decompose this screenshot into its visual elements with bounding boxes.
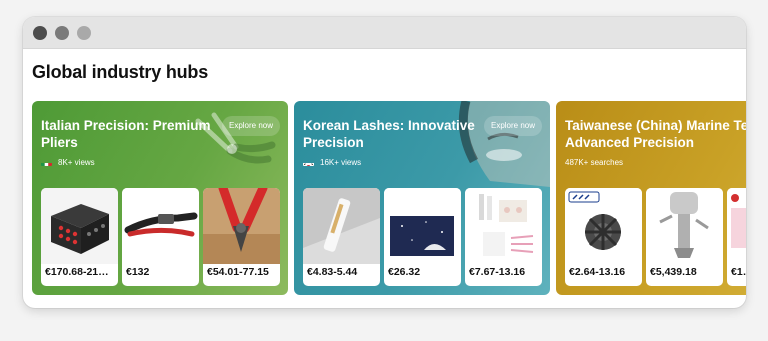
lash-serum-tube-image <box>303 188 380 264</box>
close-window-button[interactable] <box>33 26 47 40</box>
product-card[interactable]: €132 <box>122 188 199 286</box>
hub-title: Italian Precision: Premium Pliers <box>41 118 211 150</box>
wire-stripper-image <box>122 188 199 264</box>
hub-meta: 8K+ views <box>41 157 95 167</box>
cutting-pliers-image <box>203 188 280 264</box>
product-card[interactable]: €5,439.18 <box>646 188 723 286</box>
hub-searches: 487K+ searches <box>565 157 624 167</box>
hub-card-italian-pliers[interactable]: Italian Precision: Premium Pliers Explor… <box>32 101 288 295</box>
product-price: €132 <box>126 266 150 278</box>
window-titlebar <box>23 17 746 49</box>
product-card[interactable]: €54.01-77.15 <box>203 188 280 286</box>
flag-italy-icon <box>41 158 52 166</box>
product-list: €2.64-13.16 €5,439.18 €1 <box>565 188 746 286</box>
hub-views: 8K+ views <box>58 157 95 167</box>
product-price: €54.01-77.15 <box>207 266 269 278</box>
outboard-motor-image <box>646 188 723 264</box>
product-price: €170.68-21… <box>45 266 109 278</box>
hub-meta: 16K+ views <box>303 157 361 167</box>
explore-now-button[interactable]: Explore now <box>484 116 542 136</box>
product-card[interactable]: €7.67-13.16 <box>465 188 542 286</box>
browser-window: Global industry hubs Italian Precision: … <box>23 17 746 308</box>
maximize-window-button[interactable] <box>77 26 91 40</box>
explore-now-button[interactable]: Explore now <box>222 116 280 136</box>
product-price: €5,439.18 <box>650 266 697 278</box>
hub-card-marine-tech[interactable]: Taiwanese (China) Marine Tech: Advanced … <box>556 101 746 295</box>
plier-toolkit-case-image <box>41 188 118 264</box>
product-card[interactable]: €1… <box>727 188 746 286</box>
marine-product-image <box>727 188 746 264</box>
lash-kit-box-image <box>384 188 461 264</box>
product-price: €1… <box>731 266 746 278</box>
product-card[interactable]: €2.64-13.16 <box>565 188 642 286</box>
flag-korea-icon <box>303 158 314 166</box>
lash-lift-kit-image <box>465 188 542 264</box>
product-card[interactable]: €4.83-5.44 <box>303 188 380 286</box>
hub-card-korean-lashes[interactable]: Korean Lashes: Innovative Precision Expl… <box>294 101 550 295</box>
product-price: €2.64-13.16 <box>569 266 626 278</box>
product-card[interactable]: €170.68-21… <box>41 188 118 286</box>
hub-views: 16K+ views <box>320 157 362 167</box>
section-heading: Global industry hubs <box>32 62 209 82</box>
product-list: €170.68-21… €132 €54.01-77.15 <box>41 188 280 286</box>
hub-title: Taiwanese (China) Marine Tech: Advanced … <box>565 118 746 150</box>
product-price: €7.67-13.16 <box>469 266 526 278</box>
minimize-window-button[interactable] <box>55 26 69 40</box>
product-list: €4.83-5.44 €26.32 €7.67-13.16 <box>303 188 542 286</box>
hub-meta: 487K+ searches <box>565 157 623 167</box>
marine-gear-part-image <box>565 188 642 264</box>
product-price: €4.83-5.44 <box>307 266 358 278</box>
hub-title: Korean Lashes: Innovative Precision <box>303 118 475 150</box>
page-content: Global industry hubs Italian Precision: … <box>23 49 746 308</box>
product-price: €26.32 <box>388 266 421 278</box>
product-card[interactable]: €26.32 <box>384 188 461 286</box>
